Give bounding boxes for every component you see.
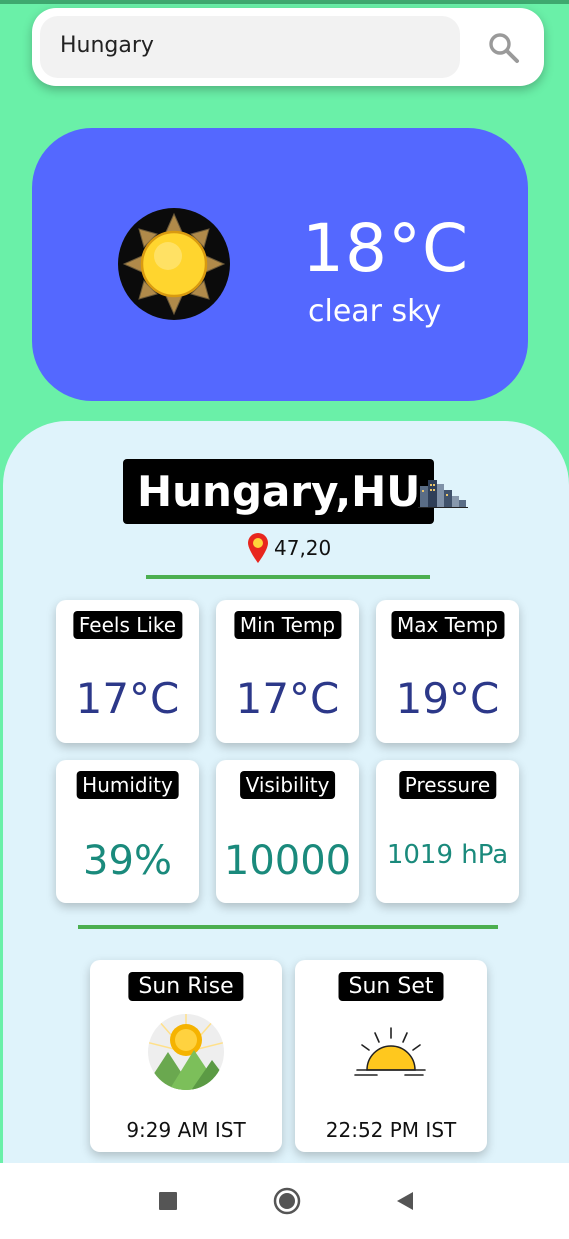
city-name: Hungary,HU (123, 459, 435, 524)
sunset-time: 22:52 PM IST (325, 1118, 457, 1142)
visibility-label: Visibility (239, 771, 336, 799)
humidity-label: Humidity (76, 771, 179, 799)
min-temp-value: 17°C (235, 674, 340, 723)
feels-like-label: Feels Like (72, 611, 183, 639)
search-bar: Hungary (32, 8, 544, 86)
circle-icon[interactable] (273, 1187, 301, 1215)
current-temperature: 18°C (302, 210, 470, 287)
feels-like-card: Feels Like 17°C (56, 600, 199, 743)
max-temp-label: Max Temp (390, 611, 505, 639)
min-temp-label: Min Temp (233, 611, 342, 639)
humidity-value: 39% (83, 838, 172, 884)
pressure-label: Pressure (398, 771, 497, 799)
visibility-value: 10000 (223, 838, 352, 884)
sunset-icon (354, 1027, 426, 1076)
city-skyline-icon (418, 480, 468, 508)
divider-bottom (78, 925, 498, 929)
sunset-card: Sun Set 22:52 PM IST (295, 960, 487, 1152)
current-weather-card: 18°C clear sky (32, 128, 528, 401)
location-pin-icon (248, 533, 268, 563)
search-icon[interactable] (486, 30, 522, 66)
status-strip (0, 0, 569, 4)
sunrise-icon (148, 1014, 224, 1090)
system-nav-bar (0, 1163, 569, 1239)
square-icon[interactable] (154, 1187, 182, 1215)
divider-top (146, 575, 430, 579)
humidity-card: Humidity 39% (56, 760, 199, 903)
max-temp-value: 19°C (395, 674, 500, 723)
sunrise-time: 9:29 AM IST (126, 1118, 246, 1142)
triangle-back-icon[interactable] (391, 1187, 419, 1215)
coordinates: 47,20 (274, 536, 332, 560)
pressure-value: 1019 hPa (386, 840, 509, 870)
sunrise-label: Sun Rise (128, 972, 244, 1001)
sun-icon (118, 208, 230, 320)
max-temp-card: Max Temp 19°C (376, 600, 519, 743)
visibility-card: Visibility 10000 (216, 760, 359, 903)
sunrise-card: Sun Rise 9:29 AM IST (90, 960, 282, 1152)
search-input[interactable]: Hungary (40, 16, 460, 78)
pressure-card: Pressure 1019 hPa (376, 760, 519, 903)
sunset-label: Sun Set (338, 972, 444, 1001)
weather-description: clear sky (308, 294, 442, 329)
min-temp-card: Min Temp 17°C (216, 600, 359, 743)
feels-like-value: 17°C (75, 674, 180, 723)
